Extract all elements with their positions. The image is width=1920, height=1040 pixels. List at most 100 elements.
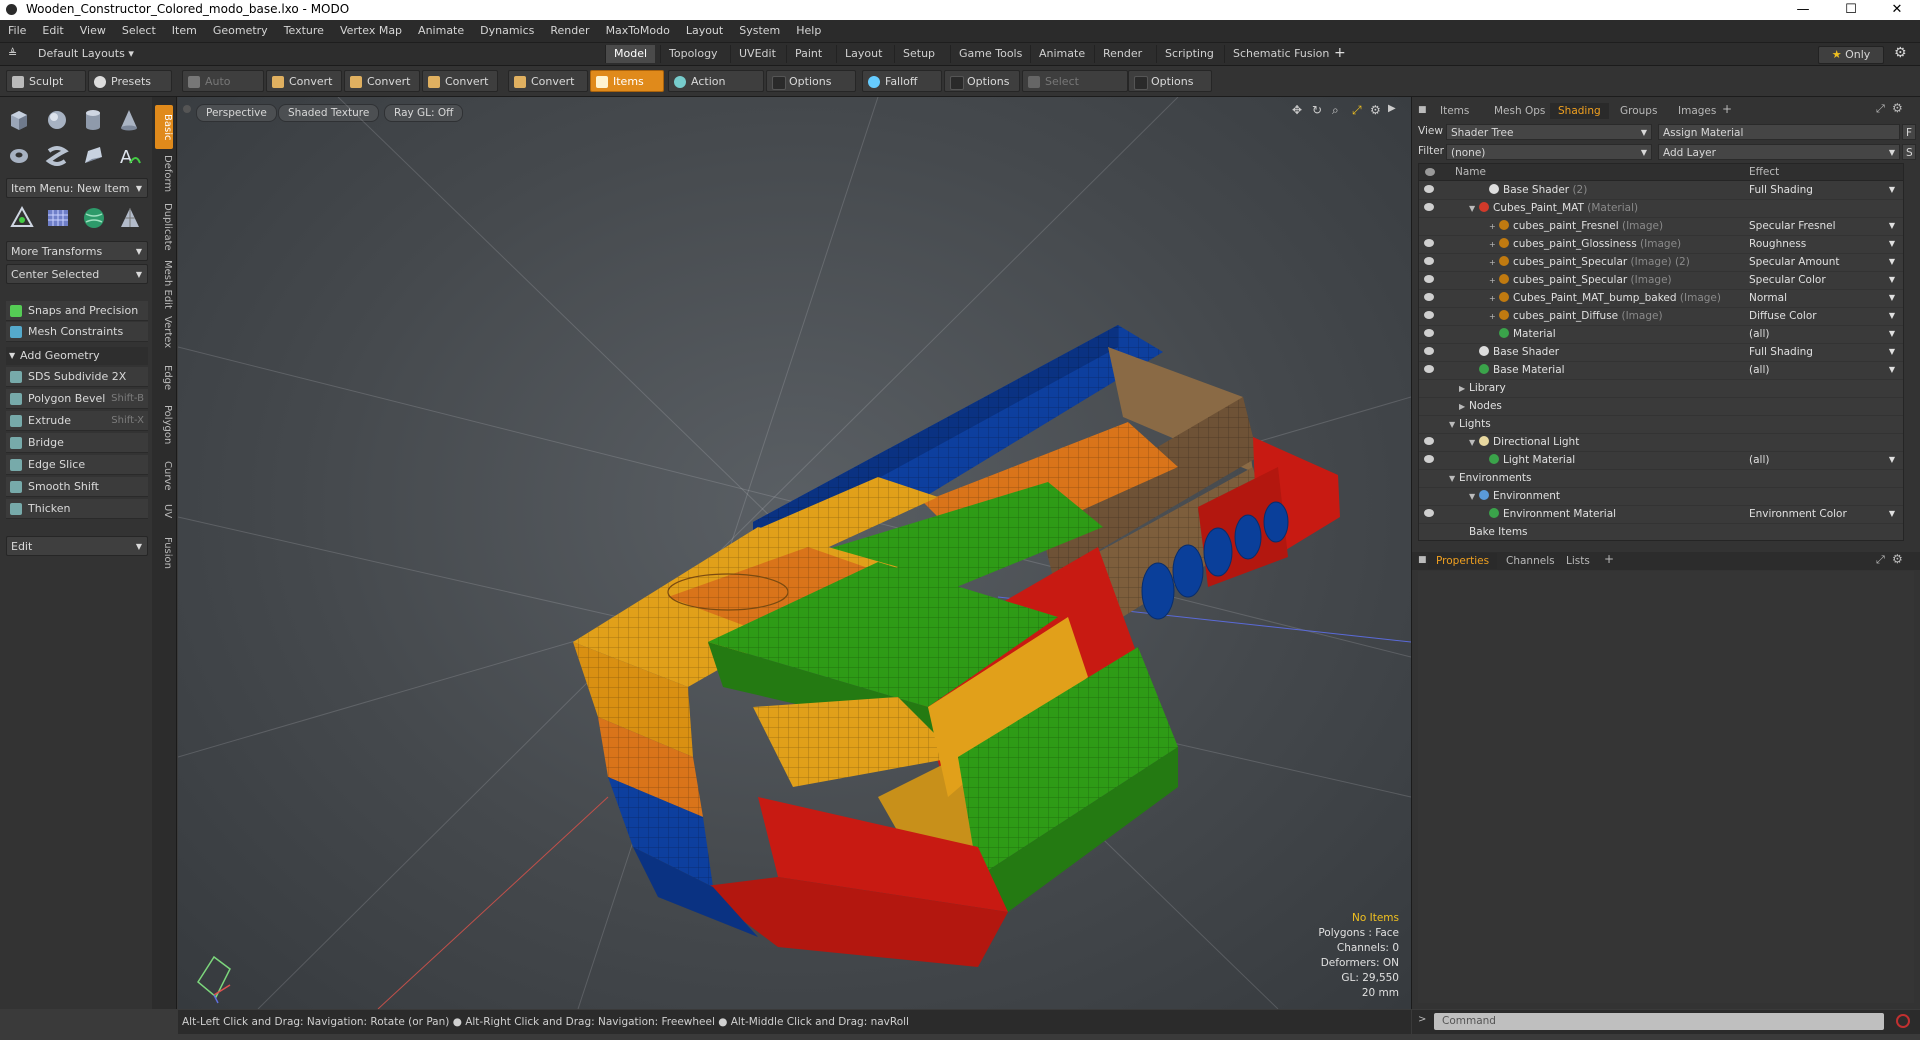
shader-tree-row[interactable]: + Cubes_Paint_MAT_bump_baked (Image) Norma… (1419, 289, 1903, 308)
effect-dropdown-arrow-icon[interactable]: ▼ (1889, 343, 1895, 361)
tab-topology[interactable]: Topology (660, 45, 726, 63)
visibility-header-icon[interactable] (1425, 168, 1435, 176)
shader-effect[interactable]: (all) (1749, 451, 1769, 469)
shader-tree-row[interactable]: Base Shader (2) Full Shading ▼ (1419, 181, 1903, 200)
disclosure-triangle-icon[interactable]: ▼ (1469, 434, 1479, 452)
add-geometry-section[interactable]: ▼ Add Geometry (6, 347, 148, 365)
effect-dropdown-arrow-icon[interactable]: ▼ (1889, 253, 1895, 271)
effect-dropdown-arrow-icon[interactable]: ▼ (1889, 307, 1895, 325)
tab-lists[interactable]: Lists (1558, 553, 1598, 569)
shader-tree-row[interactable]: Base Material (all) ▼ (1419, 361, 1903, 380)
convert-items-button[interactable]: Convert (508, 70, 588, 92)
shader-tree-row[interactable]: Material (all) ▼ (1419, 325, 1903, 344)
shader-effect[interactable]: Environment Color (1749, 505, 1847, 523)
snaps-precision-button[interactable]: Snaps and Precision (6, 301, 148, 321)
vtab-basic[interactable]: Basic (155, 105, 173, 149)
shader-effect[interactable]: Specular Amount (1749, 253, 1840, 271)
shader-tree-row[interactable]: ▼ Cubes_Paint_MAT (Material) (1419, 199, 1903, 218)
tab-render[interactable]: Render (1094, 45, 1150, 63)
shader-tree-row[interactable]: ▶ Library (1419, 379, 1903, 398)
name-column-header[interactable]: Name (1455, 164, 1486, 180)
expand-plus-icon[interactable]: + (1489, 290, 1499, 308)
disclosure-triangle-icon[interactable]: ▼ (1449, 470, 1459, 488)
effect-dropdown-arrow-icon[interactable]: ▼ (1889, 181, 1895, 199)
menu-texture[interactable]: Texture (276, 20, 332, 42)
expand-icon[interactable]: ⤢ (1876, 102, 1885, 116)
tab-items[interactable]: Items (1432, 103, 1477, 119)
shader-tree-row[interactable]: ▼ Environments (1419, 469, 1903, 488)
minimize-button[interactable]: — (1780, 0, 1826, 20)
item-menu-dropdown[interactable]: Item Menu: New Item ▼ (6, 178, 148, 198)
pen-icon[interactable] (80, 143, 106, 169)
action-center-button[interactable]: Action Center (668, 70, 764, 110)
shader-effect[interactable]: Specular Fresnel (1749, 217, 1836, 235)
tab-properties[interactable]: Properties (1428, 553, 1498, 569)
menu-render[interactable]: Render (542, 20, 597, 42)
effect-dropdown-arrow-icon[interactable]: ▼ (1889, 217, 1895, 235)
convert-edges-button[interactable]: Convert (344, 70, 420, 92)
shader-tree-row[interactable]: ▼ Directional Light (1419, 433, 1903, 452)
mesh-constraints-button[interactable]: Mesh Constraints (6, 322, 148, 342)
extrude-button[interactable]: Extrude Shift-X (6, 411, 148, 431)
cube-icon[interactable] (6, 107, 32, 133)
s-button[interactable]: S (1902, 144, 1916, 160)
convert-vertices-button[interactable]: Convert (266, 70, 342, 92)
presets-button[interactable]: Presets F6 (88, 70, 172, 110)
add-tab-button[interactable]: + (1722, 102, 1732, 116)
menu-maxtomodo[interactable]: MaxToModo (598, 20, 678, 42)
grid-icon[interactable] (44, 204, 72, 232)
vtab-mesh-edit[interactable]: Mesh Edit (155, 257, 173, 311)
shader-tree-row[interactable]: Environment Material Environment Color ▼ (1419, 505, 1903, 524)
menu-item[interactable]: Item (164, 20, 205, 42)
menu-dynamics[interactable]: Dynamics (472, 20, 542, 42)
expand-plus-icon[interactable]: + (1489, 254, 1499, 272)
vtab-vertex[interactable]: Vertex (155, 313, 173, 351)
shader-tree-row[interactable]: + cubes_paint_Specular (Image) Specular Co… (1419, 271, 1903, 290)
tab-schematic-fusion[interactable]: Schematic Fusion (1224, 45, 1337, 63)
tab-animate[interactable]: Animate (1030, 45, 1093, 63)
tab-images[interactable]: Images (1670, 103, 1724, 119)
shader-tree-row[interactable]: ▼ Environment (1419, 487, 1903, 506)
shader-tree-row[interactable]: + cubes_paint_Specular (Image) (2) Specula… (1419, 253, 1903, 272)
effect-column-header[interactable]: Effect (1749, 164, 1779, 180)
menu-geometry[interactable]: Geometry (205, 20, 276, 42)
edge-slice-button[interactable]: Edge Slice (6, 455, 148, 475)
falloff-options-button[interactable]: Options (944, 70, 1020, 92)
visibility-eye-icon[interactable] (1424, 365, 1434, 373)
vtab-edge[interactable]: Edge (155, 363, 173, 393)
edit-dropdown[interactable]: Edit ▼ (6, 536, 148, 556)
tab-model[interactable]: Model (605, 45, 656, 63)
convert-polygons-button[interactable]: Convert (422, 70, 498, 92)
tab-channels[interactable]: Channels (1498, 553, 1563, 569)
gear-icon[interactable]: ⚙ (1892, 101, 1903, 115)
torus-icon[interactable] (6, 143, 32, 169)
effect-dropdown-arrow-icon[interactable]: ▼ (1889, 289, 1895, 307)
tab-setup[interactable]: Setup (894, 45, 943, 63)
f-button[interactable]: F (1902, 124, 1916, 140)
text-icon[interactable]: A (116, 143, 142, 169)
vtab-duplicate[interactable]: Duplicate (155, 199, 173, 255)
shader-effect[interactable]: (all) (1749, 361, 1769, 379)
vtab-uv[interactable]: UV (155, 501, 173, 521)
assign-material-button[interactable]: Assign Material (1658, 124, 1900, 140)
menu-layout[interactable]: Layout (678, 20, 731, 42)
shader-tree-row[interactable]: + cubes_paint_Glossiness (Image) Roughness… (1419, 235, 1903, 254)
menu-system[interactable]: System (731, 20, 788, 42)
3d-viewport[interactable]: Perspective Shaded Texture Ray GL: Off ✥… (178, 97, 1412, 1009)
effect-dropdown-arrow-icon[interactable]: ▼ (1889, 325, 1895, 343)
panel-menu-icon[interactable]: ■ (1418, 555, 1427, 565)
menu-edit[interactable]: Edit (34, 20, 71, 42)
sculpt-button[interactable]: Sculpt (6, 70, 86, 92)
effect-dropdown-arrow-icon[interactable]: ▼ (1889, 451, 1895, 469)
expand-plus-icon[interactable]: + (1489, 236, 1499, 254)
menu-help[interactable]: Help (788, 20, 829, 42)
shader-tree-row[interactable]: ▶ Nodes (1419, 397, 1903, 416)
menu-animate[interactable]: Animate (410, 20, 472, 42)
visibility-eye-icon[interactable] (1424, 455, 1434, 463)
shader-effect[interactable]: Diffuse Color (1749, 307, 1817, 325)
globe-icon[interactable] (80, 204, 108, 232)
view-dropdown[interactable]: Shader Tree ▼ (1446, 124, 1652, 140)
cylinder-icon[interactable] (80, 107, 106, 133)
expand-plus-icon[interactable]: + (1489, 272, 1499, 290)
tab-scripting[interactable]: Scripting (1156, 45, 1222, 63)
